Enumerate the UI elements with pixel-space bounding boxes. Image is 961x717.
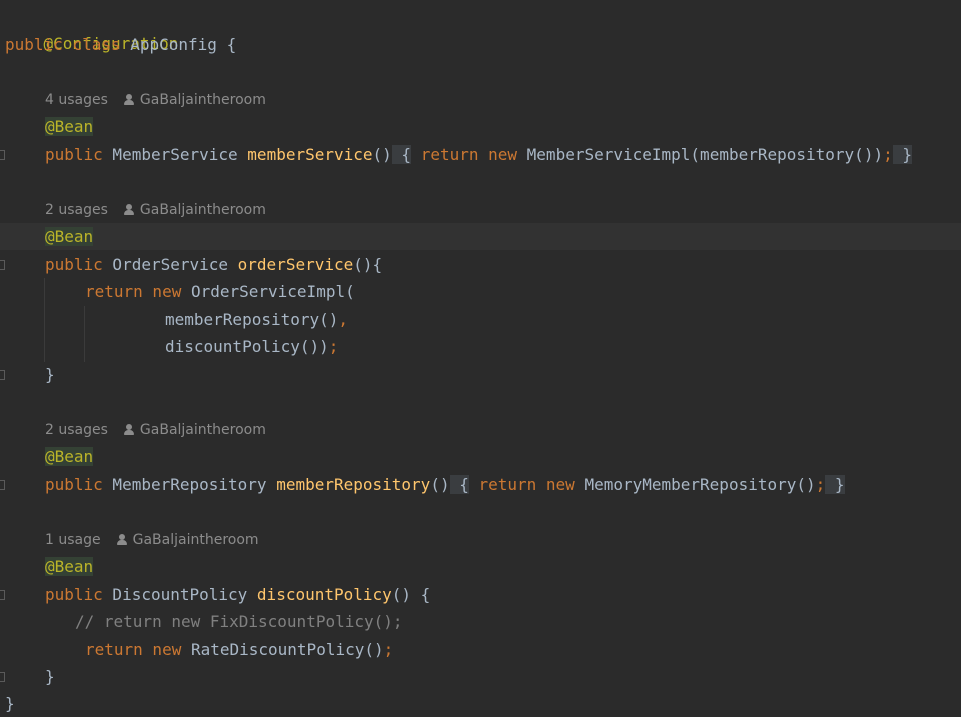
semicolon: ; xyxy=(328,337,339,356)
code-line[interactable]: public MemberRepository memberRepository… xyxy=(0,471,961,498)
keyword-new: new xyxy=(142,640,182,659)
person-icon xyxy=(116,534,127,545)
code-vision-hint[interactable]: 1 usage GaBaljaintheroom xyxy=(45,529,259,551)
keyword-public: public xyxy=(45,145,103,164)
params: () xyxy=(372,145,392,164)
author-name[interactable]: GaBaljaintheroom xyxy=(140,422,266,438)
return-type: OrderService xyxy=(102,255,238,274)
keyword-public: public xyxy=(5,35,63,54)
expression: MemoryMemberRepository() xyxy=(574,475,816,494)
closing-brace: } xyxy=(45,365,55,384)
keyword-new: new xyxy=(478,145,518,164)
code-line[interactable]: } xyxy=(0,361,961,388)
keyword-new: new xyxy=(142,282,182,301)
bean-annotation: @Bean xyxy=(45,557,94,576)
keyword-public: public xyxy=(45,255,103,274)
semicolon: ; xyxy=(883,145,893,164)
code-line[interactable]: } xyxy=(0,663,961,690)
comma: , xyxy=(338,310,349,329)
keyword-return: return xyxy=(411,145,479,164)
keyword-return: return xyxy=(85,282,143,301)
usages-count[interactable]: 2 usages xyxy=(45,202,108,218)
class-closing-brace: } xyxy=(5,694,15,713)
code-line[interactable]: public MemberService memberService() { r… xyxy=(0,141,961,168)
code-line[interactable]: @Bean xyxy=(0,443,961,470)
author-name[interactable]: GaBaljaintheroom xyxy=(140,92,266,108)
class-name: AppConfig { xyxy=(120,35,237,54)
code-vision-hint[interactable]: 4 usages GaBaljaintheroom xyxy=(45,89,266,111)
argument: discountPolicy()) xyxy=(165,337,329,356)
method-name: memberService xyxy=(247,145,373,164)
folded-region-open[interactable]: { xyxy=(449,475,469,494)
code-line[interactable]: public OrderService orderService(){ xyxy=(0,251,961,278)
code-comment: // return new FixDiscountPolicy(); xyxy=(75,612,403,631)
code-line[interactable]: return new RateDiscountPolicy(); xyxy=(0,636,961,663)
code-line[interactable]: return new OrderServiceImpl( xyxy=(0,278,961,305)
method-name: orderService xyxy=(237,255,354,274)
constructor-call: OrderServiceImpl( xyxy=(181,282,355,301)
code-vision-hint[interactable]: 2 usages GaBaljaintheroom xyxy=(45,199,266,221)
method-name: memberRepository xyxy=(276,475,431,494)
keyword-class: class xyxy=(72,35,121,54)
semicolon: ; xyxy=(815,475,826,494)
closing-brace: } xyxy=(45,667,55,686)
keyword-return: return xyxy=(468,475,537,494)
folded-region-close[interactable]: } xyxy=(892,145,912,164)
code-line[interactable]: @Bean xyxy=(0,553,961,580)
code-editor[interactable]: @Configuration public class AppConfig { … xyxy=(0,0,961,713)
keyword-public: public xyxy=(45,475,103,494)
keyword-public: public xyxy=(45,585,103,604)
params: () xyxy=(430,475,450,494)
code-line-current[interactable]: @Bean xyxy=(0,223,961,250)
author-name[interactable]: GaBaljaintheroom xyxy=(133,532,259,548)
usages-count[interactable]: 1 usage xyxy=(45,532,101,548)
semicolon: ; xyxy=(383,640,394,659)
person-icon xyxy=(123,204,134,215)
code-line[interactable]: @Bean xyxy=(0,113,961,140)
code-line[interactable]: @Configuration xyxy=(0,3,961,53)
code-line[interactable]: // return new FixDiscountPolicy(); xyxy=(0,608,961,635)
author-name[interactable]: GaBaljaintheroom xyxy=(140,202,266,218)
bean-annotation: @Bean xyxy=(45,117,94,136)
folded-region-close[interactable]: } xyxy=(825,475,845,494)
argument: memberRepository() xyxy=(165,310,339,329)
usages-count[interactable]: 4 usages xyxy=(45,92,108,108)
usages-count[interactable]: 2 usages xyxy=(45,422,108,438)
code-line[interactable]: memberRepository(), xyxy=(0,306,961,333)
code-line[interactable]: public DiscountPolicy discountPolicy() { xyxy=(0,581,961,608)
expression: MemberServiceImpl(memberRepository()) xyxy=(517,145,884,164)
keyword-new: new xyxy=(536,475,575,494)
return-type: MemberService xyxy=(102,145,248,164)
return-type: MemberRepository xyxy=(102,475,277,494)
person-icon xyxy=(123,424,134,435)
expression: RateDiscountPolicy() xyxy=(181,640,384,659)
keyword-return: return xyxy=(85,640,143,659)
params: (){ xyxy=(353,255,383,274)
bean-annotation: @Bean xyxy=(45,227,94,246)
method-name: discountPolicy xyxy=(256,585,392,604)
code-vision-hint[interactable]: 2 usages GaBaljaintheroom xyxy=(45,419,266,441)
folded-region-open[interactable]: { xyxy=(391,145,412,164)
person-icon xyxy=(123,94,134,105)
return-type: DiscountPolicy xyxy=(102,585,257,604)
code-line[interactable]: public class AppConfig { xyxy=(0,31,961,58)
params: () { xyxy=(391,585,431,604)
bean-annotation: @Bean xyxy=(45,447,94,466)
code-line[interactable]: discountPolicy()); xyxy=(0,333,961,360)
